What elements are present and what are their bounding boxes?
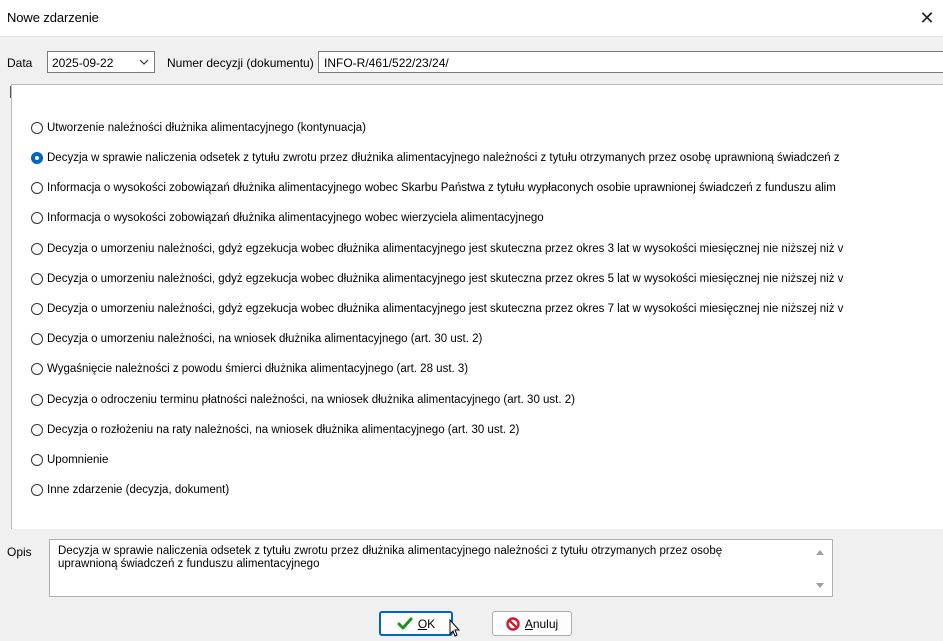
option-label: Decyzja o odroczeniu terminu płatności n… bbox=[47, 394, 575, 406]
option-row[interactable]: Decyzja w sprawie naliczenia odsetek z t… bbox=[31, 149, 840, 167]
description-label: Opis bbox=[7, 545, 32, 559]
description-textarea[interactable]: Decyzja w sprawie naliczenia odsetek z t… bbox=[49, 539, 833, 597]
header-fields: Data 2025-09-22 Numer decyzji (dokumentu… bbox=[0, 50, 943, 76]
option-row[interactable]: Decyzja o odroczeniu terminu płatności n… bbox=[31, 391, 575, 409]
radio-button[interactable] bbox=[31, 182, 43, 194]
date-picker[interactable]: 2025-09-22 bbox=[47, 51, 155, 73]
ok-button[interactable]: OK bbox=[379, 611, 453, 636]
ok-label-rest: K bbox=[427, 616, 436, 631]
date-label: Data bbox=[7, 56, 33, 70]
option-label: Decyzja o umorzeniu należności, na wnios… bbox=[47, 333, 483, 345]
radio-button[interactable] bbox=[31, 303, 43, 315]
radio-button[interactable] bbox=[31, 424, 43, 436]
date-value: 2025-09-22 bbox=[52, 56, 114, 70]
option-label: Decyzja o umorzeniu należności, gdyż egz… bbox=[47, 273, 844, 285]
radio-button[interactable] bbox=[31, 394, 43, 406]
option-row[interactable]: Wygaśnięcie należności z powodu śmierci … bbox=[31, 360, 468, 378]
option-row[interactable]: Decyzja o umorzeniu należności, gdyż egz… bbox=[31, 270, 843, 288]
decision-number-label: Numer decyzji (dokumentu) bbox=[167, 56, 314, 70]
cancel-icon bbox=[506, 616, 520, 631]
radio-button[interactable] bbox=[31, 243, 43, 255]
option-row[interactable]: Decyzja o umorzeniu należności, gdyż egz… bbox=[31, 300, 843, 318]
radio-button[interactable] bbox=[31, 273, 43, 285]
description-line-1: Decyzja w sprawie naliczenia odsetek z t… bbox=[58, 545, 723, 557]
decision-number-input[interactable]: INFO-R/461/522/23/24/ bbox=[318, 51, 943, 73]
option-row[interactable]: Upomnienie bbox=[31, 451, 108, 469]
option-label: Utworzenie należności dłużnika alimentac… bbox=[47, 122, 366, 134]
cancel-label: Anuluj bbox=[525, 617, 558, 631]
option-label: Informacja o wysokości zobowiązań dłużni… bbox=[47, 212, 544, 224]
option-label: Informacja o wysokości zobowiązań dłużni… bbox=[47, 182, 836, 194]
option-label: Decyzja w sprawie naliczenia odsetek z t… bbox=[47, 152, 840, 164]
radio-button[interactable] bbox=[31, 333, 43, 345]
option-label: Decyzja o umorzeniu należności, gdyż egz… bbox=[47, 303, 844, 315]
mouse-pointer-icon bbox=[449, 619, 461, 637]
cancel-button[interactable]: Anuluj bbox=[492, 611, 572, 636]
option-row[interactable]: Inne zdarzenie (decyzja, dokument) bbox=[31, 481, 229, 499]
option-label: Inne zdarzenie (decyzja, dokument) bbox=[47, 484, 230, 496]
option-label: Decyzja o umorzeniu należności, gdyż egz… bbox=[47, 243, 844, 255]
radio-button[interactable] bbox=[31, 122, 43, 134]
option-row[interactable]: Decyzja o umorzeniu należności, gdyż egz… bbox=[31, 240, 843, 258]
option-row[interactable]: Utworzenie należności dłużnika alimentac… bbox=[31, 119, 366, 137]
cancel-label-rest: nuluj bbox=[532, 616, 559, 631]
scroll-up-icon[interactable] bbox=[815, 548, 825, 556]
ok-mnemonic: O bbox=[417, 616, 428, 631]
option-label: Wygaśnięcie należności z powodu śmierci … bbox=[47, 363, 469, 375]
option-row[interactable]: Informacja o wysokości zobowiązań dłużni… bbox=[31, 209, 544, 227]
description-text: Decyzja w sprawie naliczenia odsetek z t… bbox=[58, 545, 798, 571]
chevron-down-icon[interactable] bbox=[137, 55, 151, 69]
radio-button[interactable] bbox=[31, 363, 43, 375]
option-row[interactable]: Informacja o wysokości zobowiązań dłużni… bbox=[31, 179, 836, 197]
description-line-2: uprawnioną świadczeń z funduszu alimenta… bbox=[58, 558, 320, 570]
close-icon: ✕ bbox=[919, 7, 935, 28]
radio-button[interactable] bbox=[31, 484, 43, 496]
close-button[interactable]: ✕ bbox=[911, 0, 943, 36]
option-row[interactable]: Decyzja o rozłożeniu na raty należności,… bbox=[31, 421, 519, 439]
scroll-down-icon[interactable] bbox=[815, 582, 825, 590]
event-type-panel: Utworzenie należności dłużnika alimentac… bbox=[11, 84, 943, 529]
cancel-mnemonic: A bbox=[524, 616, 533, 631]
radio-button[interactable] bbox=[31, 212, 43, 224]
radio-button-selected[interactable] bbox=[31, 152, 43, 164]
option-label: Upomnienie bbox=[47, 454, 109, 466]
option-label: Decyzja o rozłożeniu na raty należności,… bbox=[47, 424, 520, 436]
radio-button[interactable] bbox=[31, 454, 43, 466]
title-bar: Nowe zdarzenie ✕ bbox=[0, 0, 943, 37]
ok-label: OK bbox=[418, 617, 435, 631]
option-row[interactable]: Decyzja o umorzeniu należności, na wnios… bbox=[31, 330, 482, 348]
window-title: Nowe zdarzenie bbox=[7, 10, 99, 25]
checkmark-icon bbox=[397, 617, 413, 629]
